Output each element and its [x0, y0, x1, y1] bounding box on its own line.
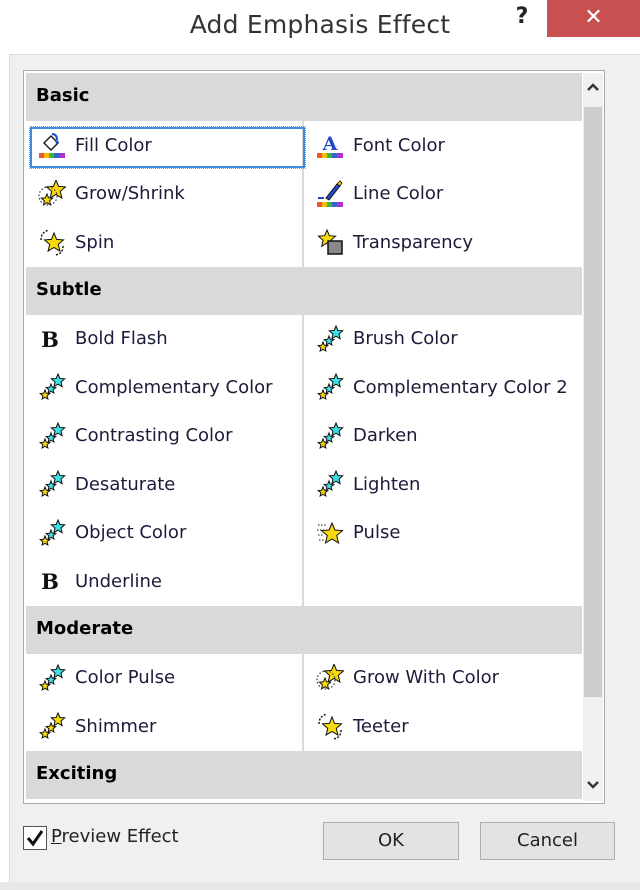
effect-item-label: Darken	[353, 425, 418, 447]
effect-column-left: Color Pulse Shimmer	[26, 653, 304, 751]
preview-effect-label[interactable]: Preview Effect	[51, 826, 179, 847]
effect-item-line-color[interactable]: Line Color	[304, 170, 582, 219]
effect-item-brush-color[interactable]: Brush Color	[304, 315, 582, 364]
effect-item-label: Lighten	[353, 473, 421, 495]
effect-item-fill-color[interactable]: Fill Color	[26, 121, 306, 170]
window-bottom-edge	[0, 882, 640, 890]
bold-b-icon: B	[38, 325, 66, 353]
title-bar: Add Emphasis Effect ? ✕	[0, 0, 640, 48]
yellow-stars-icon	[38, 711, 66, 740]
effect-item-label: Font Color	[353, 134, 445, 156]
scroll-down-button[interactable]	[583, 771, 603, 801]
effect-item-lighten[interactable]: Lighten	[304, 460, 582, 509]
spin-star-icon	[38, 228, 66, 256]
vertical-scrollbar[interactable]	[583, 73, 603, 801]
effect-item-label: Desaturate	[75, 473, 176, 495]
effect-column-left: B Bold Flash Complementary Color Contrastin…	[26, 314, 304, 606]
effect-item-label: Contrasting Color	[75, 425, 233, 447]
group-items-moderate: Color Pulse Shimmer Grow With Color Teeter	[26, 653, 582, 751]
help-button[interactable]: ?	[510, 4, 534, 34]
effect-item-label: Fill Color	[75, 134, 152, 156]
group-items-subtle: B Bold Flash Complementary Color Contrastin…	[26, 314, 582, 606]
cyan-stars-icon	[316, 421, 344, 450]
close-button[interactable]: ✕	[547, 0, 640, 37]
cyan-stars-icon	[38, 663, 66, 692]
group-items-basic: Fill Color Grow/Shrink Spin A Font Color Line…	[26, 121, 582, 267]
font-color-icon: A	[316, 131, 344, 159]
effect-item-teeter[interactable]: Teeter	[304, 702, 582, 751]
dialog-title: Add Emphasis Effect	[189, 10, 451, 39]
chevron-up-icon	[587, 83, 599, 91]
effect-item-label: Complementary Color	[75, 376, 273, 398]
effect-item-label: Transparency	[353, 231, 474, 253]
svg-text:B: B	[41, 327, 59, 352]
effect-item-underline[interactable]: B Underline	[26, 557, 302, 606]
preview-effect-text: review Effect	[61, 826, 179, 847]
effect-item-label: Brush Color	[353, 328, 458, 350]
effect-item-object-color[interactable]: Object Color	[26, 509, 302, 558]
preview-effect-mnemonic: P	[51, 826, 62, 847]
effect-item-darken[interactable]: Darken	[304, 412, 582, 461]
effect-item-label: Teeter	[353, 715, 409, 737]
effect-item-label: Color Pulse	[75, 667, 176, 689]
effect-column-right: Brush Color Complementary Color 2 Darken Li…	[304, 315, 582, 606]
effect-item-grow-shrink[interactable]: Grow/Shrink	[26, 170, 302, 219]
effect-column-left: Fill Color Grow/Shrink Spin	[26, 121, 306, 267]
effect-item-label: Complementary Color 2	[353, 376, 568, 398]
scroll-thumb[interactable]	[584, 107, 602, 697]
scroll-up-button[interactable]	[583, 73, 603, 103]
effect-item-label: Shimmer	[75, 715, 157, 737]
effect-column-right: Grow With Color Teeter	[304, 654, 582, 751]
effect-item-label: Object Color	[75, 522, 187, 544]
chevron-down-icon	[587, 781, 599, 789]
transparency-star-icon	[316, 228, 344, 256]
effect-item-color-pulse[interactable]: Color Pulse	[26, 654, 302, 703]
svg-text:B: B	[41, 569, 59, 594]
pulse-star-icon	[316, 519, 344, 547]
effect-item-transparency[interactable]: Transparency	[304, 218, 582, 267]
spin-star-icon	[316, 712, 344, 740]
effect-item-complementary-color[interactable]: Complementary Color	[26, 363, 302, 412]
cyan-stars-icon	[316, 324, 344, 353]
effect-list[interactable]: Basic Fill Color Grow/Shrink Spin A Font Colo…	[23, 70, 605, 804]
effect-item-label: Underline	[75, 570, 162, 592]
svg-text:A: A	[322, 133, 338, 155]
effect-list-content: Basic Fill Color Grow/Shrink Spin A Font Colo…	[26, 73, 582, 801]
checkmark-icon	[26, 830, 44, 847]
ok-button[interactable]: OK	[323, 822, 459, 860]
grow-shrink-star-icon	[38, 178, 67, 208]
effect-item-font-color[interactable]: A Font Color	[304, 121, 582, 170]
effect-item-complementary-color-2[interactable]: Complementary Color 2	[304, 363, 582, 412]
cyan-stars-icon	[316, 372, 344, 401]
effect-item-contrasting-color[interactable]: Contrasting Color	[26, 412, 302, 461]
effect-item-label: Grow/Shrink	[75, 183, 185, 205]
effect-item-bold-flash[interactable]: B Bold Flash	[26, 315, 302, 364]
fill-bucket-icon	[38, 131, 66, 159]
preview-effect-checkbox[interactable]	[23, 826, 47, 850]
cyan-stars-icon	[38, 469, 66, 498]
effect-item-pulse[interactable]: Pulse	[304, 509, 582, 558]
effect-item-label: Pulse	[353, 522, 401, 544]
line-color-pen-icon	[316, 180, 344, 208]
cancel-button[interactable]: Cancel	[480, 822, 615, 860]
cyan-stars-icon	[38, 421, 66, 450]
effect-item-label: Line Color	[353, 183, 444, 205]
effect-item-label: Spin	[75, 231, 115, 253]
group-header-moderate: Moderate	[26, 605, 582, 654]
effect-item-desaturate[interactable]: Desaturate	[26, 460, 302, 509]
cyan-stars-icon	[316, 469, 344, 498]
effect-item-label: Grow With Color	[353, 667, 499, 689]
grow-shrink-star-icon	[316, 662, 345, 692]
group-header-exciting: Exciting	[26, 750, 582, 799]
effect-item-label: Bold Flash	[75, 328, 168, 350]
effect-column-right: A Font Color Line Color Transparency	[304, 121, 582, 267]
effect-item-shimmer[interactable]: Shimmer	[26, 702, 302, 751]
bold-b-icon: B	[38, 567, 66, 595]
effect-item-spin[interactable]: Spin	[26, 218, 302, 267]
cyan-stars-icon	[38, 372, 66, 401]
effect-item-grow-with-color[interactable]: Grow With Color	[304, 654, 582, 703]
group-header-basic: Basic	[26, 73, 582, 121]
cyan-stars-icon	[38, 518, 66, 547]
group-header-subtle: Subtle	[26, 266, 582, 315]
